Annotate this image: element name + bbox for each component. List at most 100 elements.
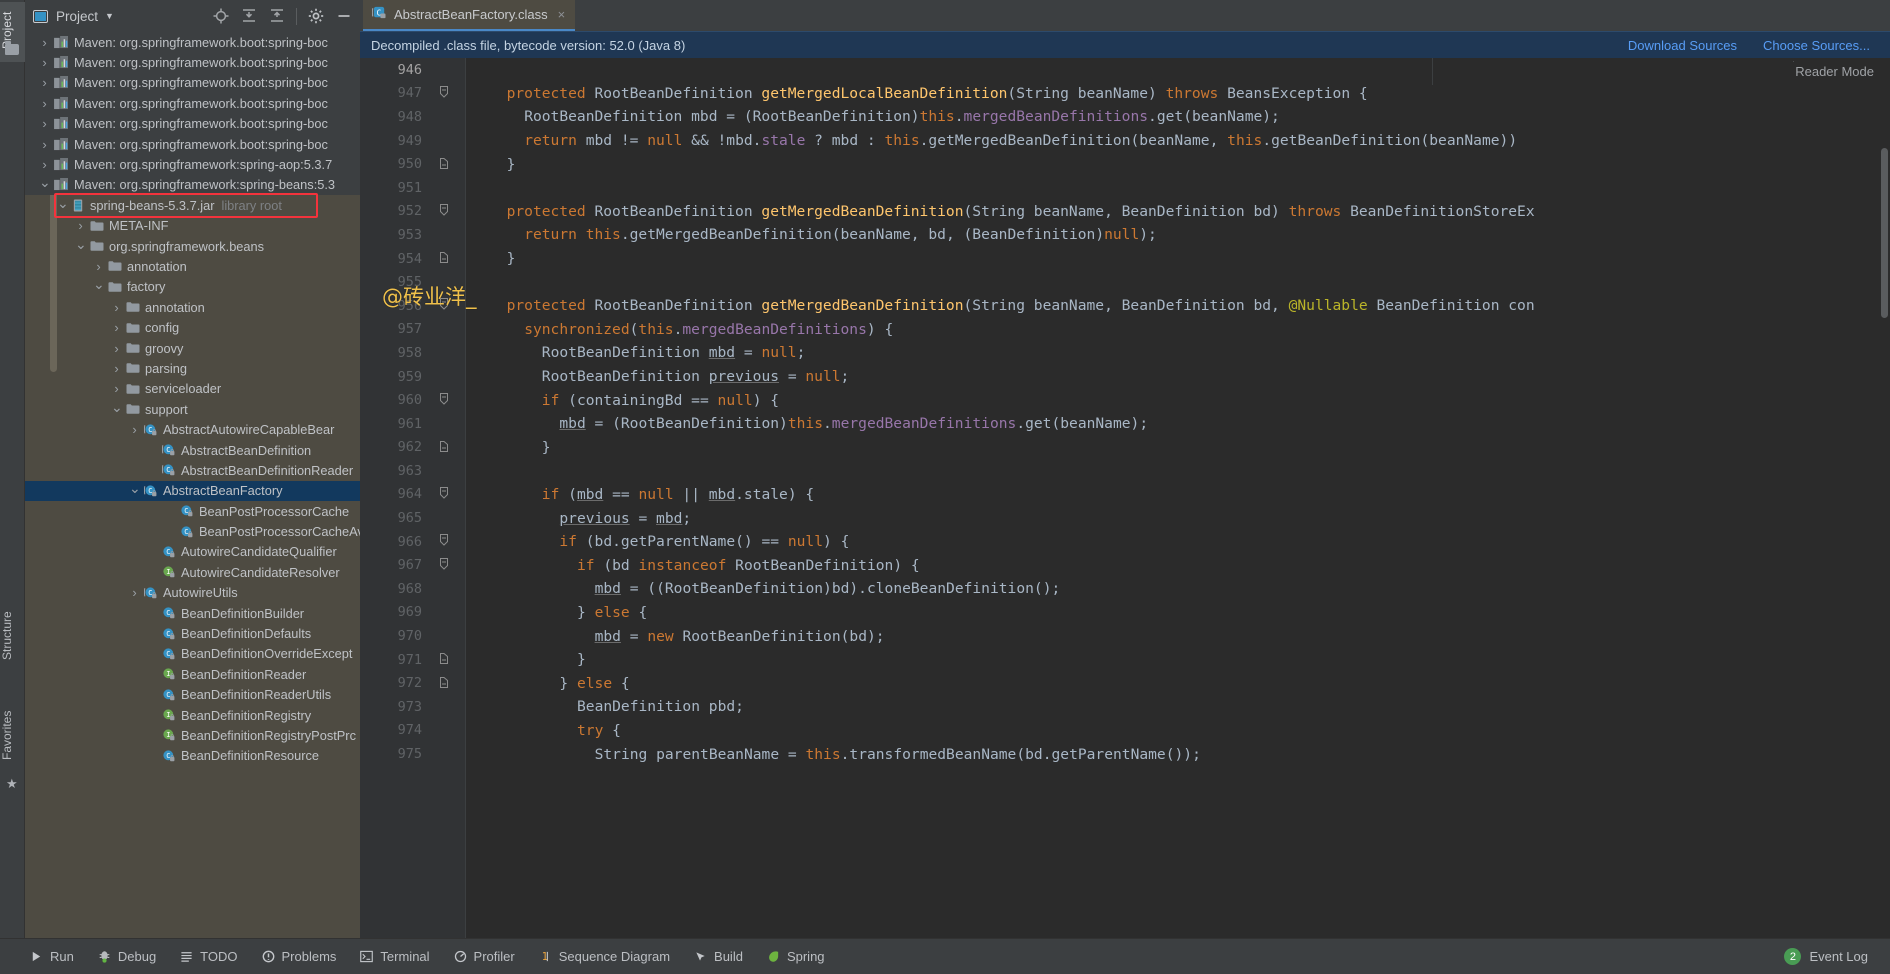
code-line[interactable]: 960 if (containingBd == null) { bbox=[398, 388, 1890, 412]
tree-item[interactable]: › annotation bbox=[25, 256, 360, 276]
tree-item[interactable]: ⌄ factory bbox=[25, 277, 360, 297]
chevron-down-icon[interactable]: ⌄ bbox=[111, 400, 123, 415]
chevron-down-icon[interactable]: ⌄ bbox=[93, 277, 105, 292]
code-line[interactable]: 949 return mbd != null && !mbd.stale ? mb… bbox=[398, 129, 1890, 153]
chevron-right-icon[interactable]: › bbox=[93, 260, 104, 273]
tree-item[interactable]: › Maven: org.springframework.boot:spring-… bbox=[25, 32, 360, 53]
tree-item[interactable]: ⌄ spring-beans-5.3.7.jar library root bbox=[25, 195, 360, 215]
tree-item[interactable]: › C AbstractAutowireCapableBear bbox=[25, 419, 360, 439]
chevron-right-icon[interactable]: › bbox=[129, 586, 140, 599]
code-line[interactable]: 954} bbox=[398, 247, 1890, 271]
chevron-right-icon[interactable]: › bbox=[39, 117, 50, 130]
code-editor[interactable]: 946 947 protected RootBeanDefinition getMe… bbox=[360, 58, 1890, 938]
chevron-down-icon[interactable]: ▼ bbox=[105, 11, 114, 21]
chevron-right-icon[interactable]: › bbox=[39, 56, 50, 69]
chevron-right-icon[interactable]: › bbox=[129, 423, 140, 436]
tab-abstractbeanfactory[interactable]: C AbstractBeanFactory.class × bbox=[363, 0, 576, 31]
expand-all-icon[interactable] bbox=[240, 7, 258, 25]
tree-item[interactable]: › groovy bbox=[25, 338, 360, 358]
tree-item[interactable]: C BeanPostProcessorCacheAv bbox=[25, 521, 360, 541]
tree-item[interactable]: I AutowireCandidateResolver bbox=[25, 562, 360, 582]
tree-item[interactable]: › Maven: org.springframework.boot:spring-… bbox=[25, 72, 360, 94]
close-icon[interactable]: × bbox=[558, 7, 566, 22]
code-line[interactable]: 952 protected RootBeanDefinition getMerge… bbox=[398, 200, 1890, 224]
code-line[interactable]: 956 protected RootBeanDefinition getMerge… bbox=[398, 294, 1890, 318]
tree-item[interactable]: › Maven: org.springframework:spring-aop:5… bbox=[25, 154, 360, 175]
code-line[interactable]: 953 return this.getMergedBeanDefinition(b… bbox=[398, 223, 1890, 247]
tree-item[interactable]: C BeanDefinitionDefaults bbox=[25, 623, 360, 643]
status-sequence-diagram-button[interactable]: 1 Sequence Diagram bbox=[527, 949, 682, 964]
code-line[interactable]: 965 previous = mbd; bbox=[398, 506, 1890, 530]
code-line[interactable]: 959 RootBeanDefinition previous = null; bbox=[398, 365, 1890, 389]
tree-item[interactable]: I BeanDefinitionRegistryPostPrc bbox=[25, 725, 360, 745]
fold-end-icon[interactable] bbox=[438, 676, 449, 691]
fold-collapse-icon[interactable] bbox=[438, 486, 449, 502]
tree-item[interactable]: ⌄ C AbstractBeanFactory bbox=[25, 480, 360, 501]
chevron-down-icon[interactable]: ⌄ bbox=[39, 175, 51, 190]
chevron-right-icon[interactable]: › bbox=[111, 362, 122, 375]
code-line[interactable]: 963 bbox=[398, 459, 1890, 483]
chevron-right-icon[interactable]: › bbox=[39, 76, 50, 89]
editor-scrollbar[interactable] bbox=[1881, 148, 1888, 318]
fold-end-icon[interactable] bbox=[438, 251, 449, 266]
chevron-right-icon[interactable]: › bbox=[111, 321, 122, 334]
fold-end-icon[interactable] bbox=[438, 652, 449, 667]
code-line[interactable]: 961 mbd = (RootBeanDefinition)this.merged… bbox=[398, 412, 1890, 436]
chevron-right-icon[interactable]: › bbox=[39, 36, 50, 49]
tree-item[interactable]: › config bbox=[25, 317, 360, 337]
tree-item[interactable]: I BeanDefinitionRegistry bbox=[25, 705, 360, 725]
tree-item[interactable]: ⌄ org.springframework.beans bbox=[25, 236, 360, 256]
tree-item[interactable]: C AbstractBeanDefinitionReader bbox=[25, 460, 360, 480]
tree-item[interactable]: ⌄ Maven: org.springframework:spring-beans… bbox=[25, 174, 360, 196]
settings-gear-icon[interactable] bbox=[307, 7, 325, 25]
tree-item[interactable]: C BeanDefinitionReaderUtils bbox=[25, 685, 360, 705]
chevron-down-icon[interactable]: ⌄ bbox=[129, 481, 141, 496]
tree-item[interactable]: › META-INF bbox=[25, 216, 360, 236]
tree-item[interactable]: C BeanDefinitionResource bbox=[25, 746, 360, 766]
tree-item[interactable]: I BeanDefinitionReader bbox=[25, 664, 360, 684]
chevron-right-icon[interactable]: › bbox=[39, 97, 50, 110]
code-line[interactable]: 962} bbox=[398, 436, 1890, 460]
code-line[interactable]: 948 RootBeanDefinition mbd = (RootBeanDef… bbox=[398, 105, 1890, 129]
tree-item[interactable]: › annotation bbox=[25, 297, 360, 317]
code-line[interactable]: 957 synchronized(this.mergedBeanDefinitio… bbox=[398, 318, 1890, 342]
fold-collapse-icon[interactable] bbox=[438, 557, 449, 573]
code-line[interactable]: 958 RootBeanDefinition mbd = null; bbox=[398, 341, 1890, 365]
status-problems-button[interactable]: Problems bbox=[250, 949, 349, 964]
code-line[interactable]: 973 BeanDefinition pbd; bbox=[398, 695, 1890, 719]
fold-end-icon[interactable] bbox=[438, 440, 449, 455]
fold-collapse-icon[interactable] bbox=[438, 392, 449, 408]
code-line[interactable]: 966 if (bd.getParentName() == null) { bbox=[398, 530, 1890, 554]
tool-window-structure[interactable]: Structure bbox=[0, 600, 25, 672]
code-line[interactable]: 964 if (mbd == null || mbd.stale) { bbox=[398, 483, 1890, 507]
tree-item[interactable]: › C AutowireUtils bbox=[25, 583, 360, 603]
tree-item[interactable]: › Maven: org.springframework.boot:spring-… bbox=[25, 133, 360, 155]
status-spring-button[interactable]: Spring bbox=[755, 949, 837, 964]
chevron-right-icon[interactable]: › bbox=[111, 301, 122, 314]
tree-item[interactable]: C BeanPostProcessorCache bbox=[25, 501, 360, 521]
code-line[interactable]: 950} bbox=[398, 152, 1890, 176]
collapse-all-icon[interactable] bbox=[268, 7, 286, 25]
tree-item[interactable]: › Maven: org.springframework.boot:spring-… bbox=[25, 113, 360, 134]
fold-collapse-icon[interactable] bbox=[438, 203, 449, 219]
status-todo-button[interactable]: TODO bbox=[168, 949, 249, 964]
status-build-button[interactable]: Build bbox=[682, 949, 755, 964]
chevron-right-icon[interactable]: › bbox=[111, 382, 122, 395]
tree-item[interactable]: › serviceloader bbox=[25, 379, 360, 399]
code-line[interactable]: 974 try { bbox=[398, 719, 1890, 743]
tree-item[interactable]: › Maven: org.springframework.boot:spring-… bbox=[25, 52, 360, 73]
hide-panel-icon[interactable] bbox=[335, 7, 353, 25]
status-run-button[interactable]: Run bbox=[18, 949, 86, 964]
code-line[interactable]: 947 protected RootBeanDefinition getMerge… bbox=[398, 82, 1890, 106]
code-line[interactable]: 970 mbd = new RootBeanDefinition(bd); bbox=[398, 624, 1890, 648]
code-line[interactable]: 972} else { bbox=[398, 671, 1890, 695]
code-line[interactable]: 968 mbd = ((RootBeanDefinition)bd).cloneB… bbox=[398, 577, 1890, 601]
chevron-right-icon[interactable]: › bbox=[111, 342, 122, 355]
event-log-label[interactable]: Event Log bbox=[1809, 949, 1868, 964]
status-profiler-button[interactable]: Profiler bbox=[442, 949, 527, 964]
code-line[interactable]: 971} bbox=[398, 648, 1890, 672]
choose-sources-link[interactable]: Choose Sources... bbox=[1763, 38, 1870, 53]
status-debug-button[interactable]: Debug bbox=[86, 949, 168, 964]
code-line[interactable]: 951 bbox=[398, 176, 1890, 200]
code-line[interactable]: 967 if (bd instanceof RootBeanDefinition)… bbox=[398, 553, 1890, 577]
